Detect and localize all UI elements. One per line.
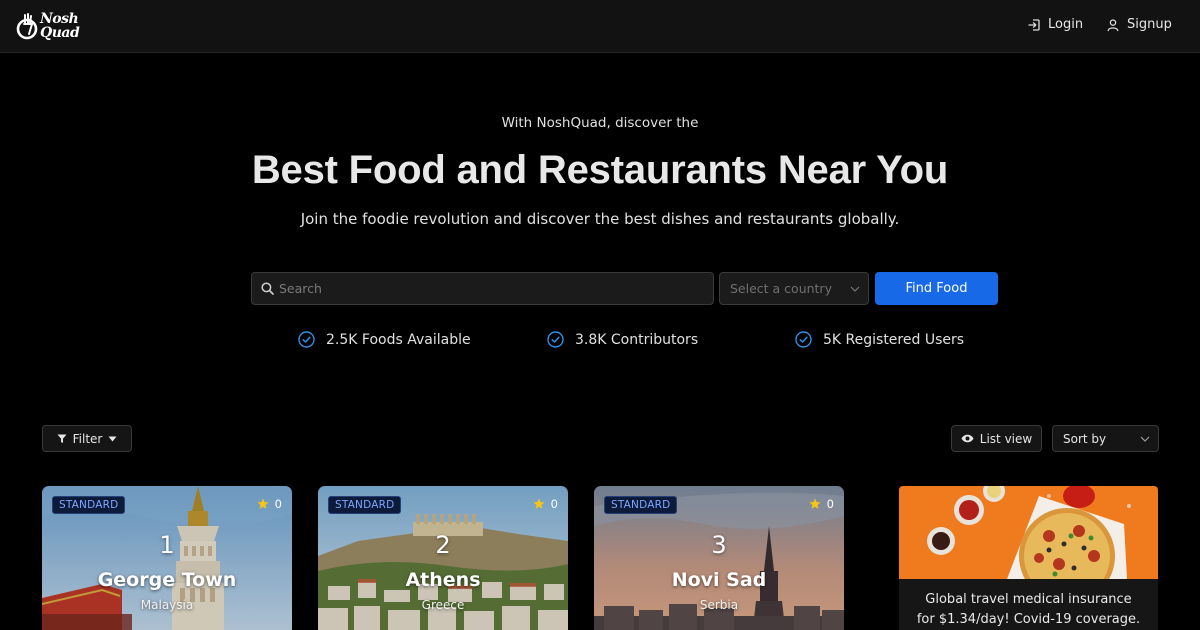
noshquad-logo[interactable]: Nosh Quad bbox=[16, 8, 86, 44]
funnel-icon bbox=[57, 434, 67, 443]
pizza-ad-image bbox=[899, 486, 1158, 579]
city-name: Athens bbox=[405, 569, 481, 591]
hero-subtitle: With NoshQuad, discover the bbox=[501, 115, 699, 131]
rating-value: 0 bbox=[550, 497, 558, 511]
ad-text-line2: for $1.34/day! Covid-19 coverage. bbox=[916, 612, 1141, 627]
search-input[interactable] bbox=[279, 281, 699, 296]
user-icon bbox=[1107, 18, 1119, 31]
fork-logo-icon bbox=[16, 13, 38, 40]
rank-number: 1 bbox=[159, 531, 175, 559]
destination-card[interactable]: STANDARD 0 2 Athens Greece bbox=[318, 486, 568, 630]
find-food-button[interactable]: Find Food bbox=[875, 272, 998, 305]
ad-text: Global travel medical insurance for $1.3… bbox=[899, 590, 1158, 630]
search-icon bbox=[261, 282, 274, 295]
list-view-label: List view bbox=[979, 431, 1033, 446]
login-label: Login bbox=[1048, 17, 1084, 32]
stat-label: 2.5K Foods Available bbox=[326, 331, 471, 348]
login-icon bbox=[1028, 18, 1040, 31]
chevron-down-icon bbox=[1140, 436, 1150, 442]
standard-badge: STANDARD bbox=[328, 496, 402, 514]
check-circle-icon bbox=[298, 331, 315, 348]
rating-value: 0 bbox=[274, 497, 282, 511]
signup-link[interactable]: Signup bbox=[1106, 17, 1172, 32]
hero-description: Join the foodie revolution and discover … bbox=[300, 210, 900, 228]
stat-label: 5K Registered Users bbox=[823, 331, 965, 348]
search-box[interactable] bbox=[251, 272, 714, 305]
login-link[interactable]: Login bbox=[1027, 17, 1083, 32]
hero-title: Best Food and Restaurants Near You bbox=[251, 148, 949, 192]
stat-foods: 2.5K Foods Available bbox=[298, 331, 471, 348]
ad-text-line1: Global travel medical insurance bbox=[925, 592, 1132, 607]
eye-icon bbox=[961, 434, 974, 443]
sort-select[interactable]: Sort by bbox=[1052, 425, 1159, 452]
list-view-button[interactable]: List view bbox=[951, 425, 1042, 452]
destination-card[interactable]: STANDARD 0 3 Novi Sad Serbia bbox=[594, 486, 844, 630]
country-name: Serbia bbox=[699, 598, 739, 612]
rating: 0 bbox=[533, 497, 558, 511]
rating: 0 bbox=[257, 497, 282, 511]
insurance-ad-card[interactable]: Global travel medical insurance for $1.3… bbox=[899, 486, 1158, 630]
standard-badge: STANDARD bbox=[604, 496, 678, 514]
stat-users: 5K Registered Users bbox=[795, 331, 964, 348]
country-select[interactable]: Select a country bbox=[719, 272, 869, 305]
stat-contributors: 3.8K Contributors bbox=[547, 331, 698, 348]
country-select-value: Select a country bbox=[730, 281, 832, 296]
rating-value: 0 bbox=[826, 497, 834, 511]
rating: 0 bbox=[809, 497, 834, 511]
chevron-down-icon bbox=[850, 286, 860, 292]
sort-select-value: Sort by bbox=[1063, 431, 1107, 446]
city-name: George Town bbox=[97, 569, 237, 591]
rank-number: 3 bbox=[711, 531, 727, 559]
filter-label: Filter bbox=[72, 431, 103, 446]
standard-badge: STANDARD bbox=[52, 496, 126, 514]
city-name: Novi Sad bbox=[671, 569, 767, 591]
country-name: Greece bbox=[421, 598, 465, 612]
star-icon bbox=[533, 498, 545, 509]
signup-label: Signup bbox=[1127, 17, 1172, 32]
logo-text-line2: Quad bbox=[40, 25, 80, 41]
destination-card[interactable]: STANDARD 0 1 George Town Malaysia bbox=[42, 486, 292, 630]
check-circle-icon bbox=[547, 331, 564, 348]
star-icon bbox=[257, 498, 269, 509]
top-navbar: Nosh Quad Login Signup bbox=[0, 0, 1200, 53]
star-icon bbox=[809, 498, 821, 509]
country-name: Malaysia bbox=[140, 598, 194, 612]
filter-button[interactable]: Filter bbox=[42, 425, 132, 452]
logo-text-line1: Nosh bbox=[40, 11, 79, 27]
stat-label: 3.8K Contributors bbox=[575, 331, 699, 348]
caret-down-icon bbox=[108, 436, 117, 441]
rank-number: 2 bbox=[435, 531, 451, 559]
check-circle-icon bbox=[795, 331, 812, 348]
